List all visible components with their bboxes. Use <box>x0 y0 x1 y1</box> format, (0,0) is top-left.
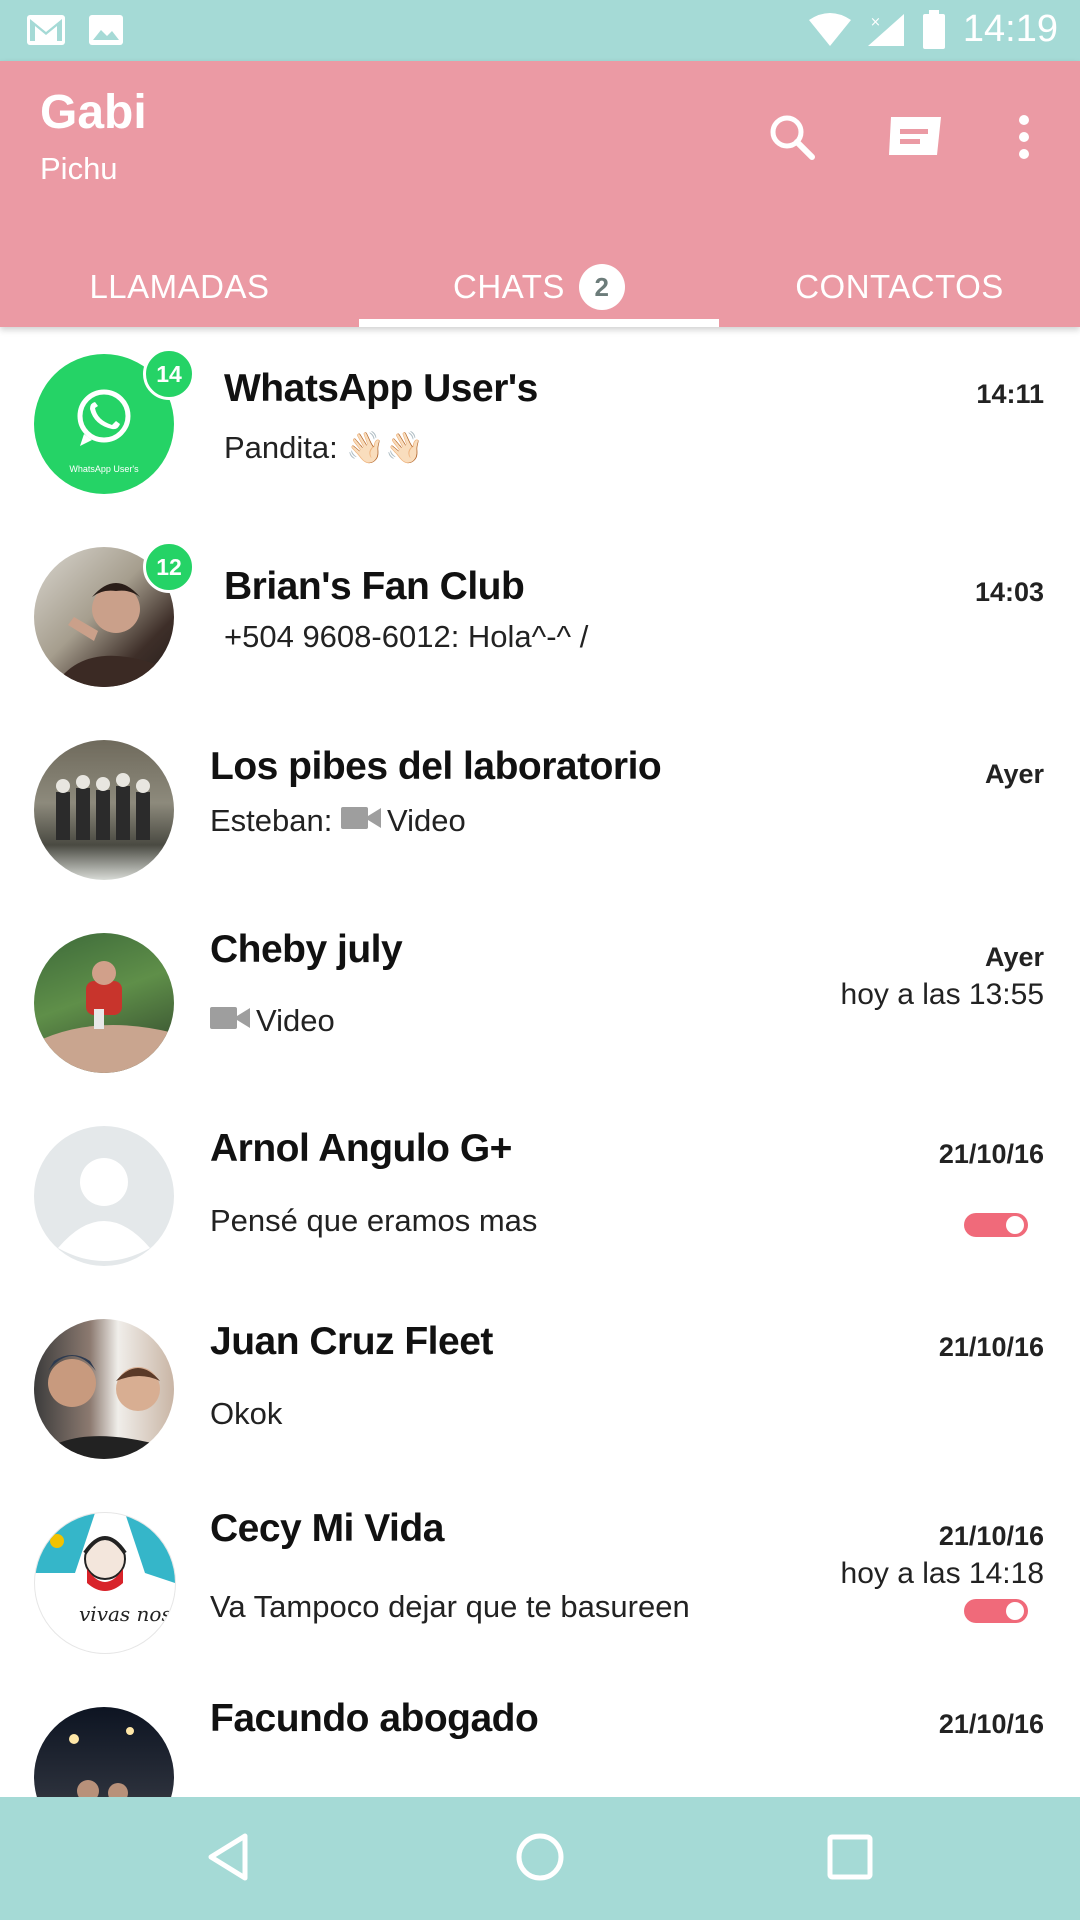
tab-label: LLAMADAS <box>89 268 270 305</box>
avatar <box>34 1319 174 1459</box>
mute-toggle[interactable] <box>964 1599 1028 1623</box>
chat-time: 21/10/16 <box>938 1521 1044 1551</box>
chat-name: Facundo abogado <box>210 1697 539 1740</box>
mute-toggle[interactable] <box>964 1213 1028 1237</box>
tab-label: CHATS <box>453 268 565 305</box>
chat-time: 21/10/16 <box>938 1332 1044 1362</box>
chat-row-cecy-mi-vida[interactable]: vivas nos Cecy Mi Vida Va Tampoco dejar … <box>0 1485 1080 1678</box>
chat-row-whatsapp-users[interactable]: WhatsApp User's 14 WhatsApp User's Pandi… <box>0 327 1080 520</box>
clock: 14:19 <box>962 8 1058 50</box>
unread-count-badge: 2 <box>578 264 625 310</box>
svg-text:WhatsApp User's: WhatsApp User's <box>69 464 139 474</box>
chat-time: 14:11 <box>976 379 1044 409</box>
chat-row-juan-cruz-fleet[interactable]: Juan Cruz Fleet Okok 21/10/16 <box>0 1292 1080 1485</box>
chat-preview: Pandita: 👋🏻👋🏻 <box>224 430 424 465</box>
avatar <box>34 933 174 1073</box>
tab-contactos[interactable]: CONTACTOS <box>719 247 1080 327</box>
video-icon <box>341 803 381 839</box>
chat-mute-until: hoy a las 14:18 <box>840 1557 1044 1590</box>
battery-icon <box>922 10 946 55</box>
chat-time: Ayer <box>984 942 1044 972</box>
new-message-icon <box>887 115 945 164</box>
search-icon <box>766 111 818 168</box>
svg-text:×: × <box>870 15 881 30</box>
chat-list[interactable]: WhatsApp User's 14 WhatsApp User's Pandi… <box>0 327 1080 1797</box>
image-icon <box>88 14 124 51</box>
home-button[interactable] <box>500 1819 580 1899</box>
signal-icon: × <box>866 12 906 53</box>
search-button[interactable] <box>752 99 832 179</box>
avatar: vivas nos <box>34 1512 176 1654</box>
chat-row-arnol-angulo[interactable]: Arnol Angulo G+ Pensé que eramos mas 21/… <box>0 1099 1080 1292</box>
chat-time: 14:03 <box>974 577 1044 607</box>
tab-chats[interactable]: CHATS 2 <box>359 247 719 327</box>
chat-name: Los pibes del laboratorio <box>210 745 662 788</box>
page-subtitle: Pichu <box>40 151 118 186</box>
recents-icon <box>827 1834 873 1885</box>
video-icon <box>210 1003 250 1039</box>
active-tab-indicator <box>359 319 719 327</box>
chat-name: WhatsApp User's <box>224 367 538 410</box>
back-button[interactable] <box>188 1819 268 1899</box>
chat-preview: Video <box>210 1003 335 1043</box>
chat-preview: Pensé que eramos mas <box>210 1203 538 1238</box>
new-message-button[interactable] <box>876 99 956 179</box>
chat-mute-until: hoy a las 13:55 <box>840 978 1044 1011</box>
chat-row-brians-fan-club[interactable]: 12 Brian's Fan Club +504 9608-6012: Hola… <box>0 520 1080 713</box>
app-header: Gabi Pichu LLAMADAS CHATS 2 CONTACTOS <box>0 61 1080 327</box>
unread-badge: 12 <box>143 541 195 593</box>
chat-time: Ayer <box>984 759 1044 789</box>
avatar <box>34 1707 174 1797</box>
recents-button[interactable] <box>810 1819 890 1899</box>
message-text: Video <box>256 1003 335 1039</box>
chat-preview: Va Tampoco dejar que te basureen <box>210 1589 690 1624</box>
chat-row-facundo-abogado[interactable]: Facundo abogado 21/10/16 <box>0 1678 1080 1797</box>
home-icon <box>515 1832 565 1887</box>
message-text: Video <box>387 803 466 839</box>
chat-row-los-pibes[interactable]: Los pibes del laboratorio Esteban: Video… <box>0 713 1080 906</box>
chat-row-cheby-july[interactable]: Cheby july Video Ayer hoy a las 13:55 <box>0 906 1080 1099</box>
chat-name: Arnol Angulo G+ <box>210 1127 512 1170</box>
chat-name: Cheby july <box>210 928 403 971</box>
more-options-button[interactable] <box>984 99 1064 179</box>
tab-llamadas[interactable]: LLAMADAS <box>0 247 359 327</box>
chat-name: Brian's Fan Club <box>224 565 525 608</box>
svg-text:vivas nos: vivas nos <box>79 1602 172 1626</box>
gmail-icon <box>26 14 66 51</box>
message-sender: Esteban: <box>210 803 333 839</box>
default-avatar-icon <box>34 1126 174 1266</box>
chat-name: Juan Cruz Fleet <box>210 1320 493 1363</box>
chat-time: 21/10/16 <box>938 1139 1044 1169</box>
unread-badge: 14 <box>143 348 195 400</box>
status-bar: × 14:19 <box>0 0 1080 61</box>
avatar <box>34 740 174 880</box>
chat-preview: Esteban: Video <box>210 803 466 843</box>
chat-preview: +504 9608-6012: Hola^-^ / <box>224 619 589 654</box>
back-icon <box>205 1832 251 1887</box>
more-vert-icon <box>1017 113 1031 166</box>
chat-time: 21/10/16 <box>938 1709 1044 1739</box>
page-title: Gabi <box>40 86 147 139</box>
chat-preview: Okok <box>210 1396 283 1431</box>
chat-name: Cecy Mi Vida <box>210 1507 444 1550</box>
system-navigation-bar <box>0 1797 1080 1920</box>
wifi-icon <box>808 12 852 53</box>
tab-label: CONTACTOS <box>795 268 1004 305</box>
